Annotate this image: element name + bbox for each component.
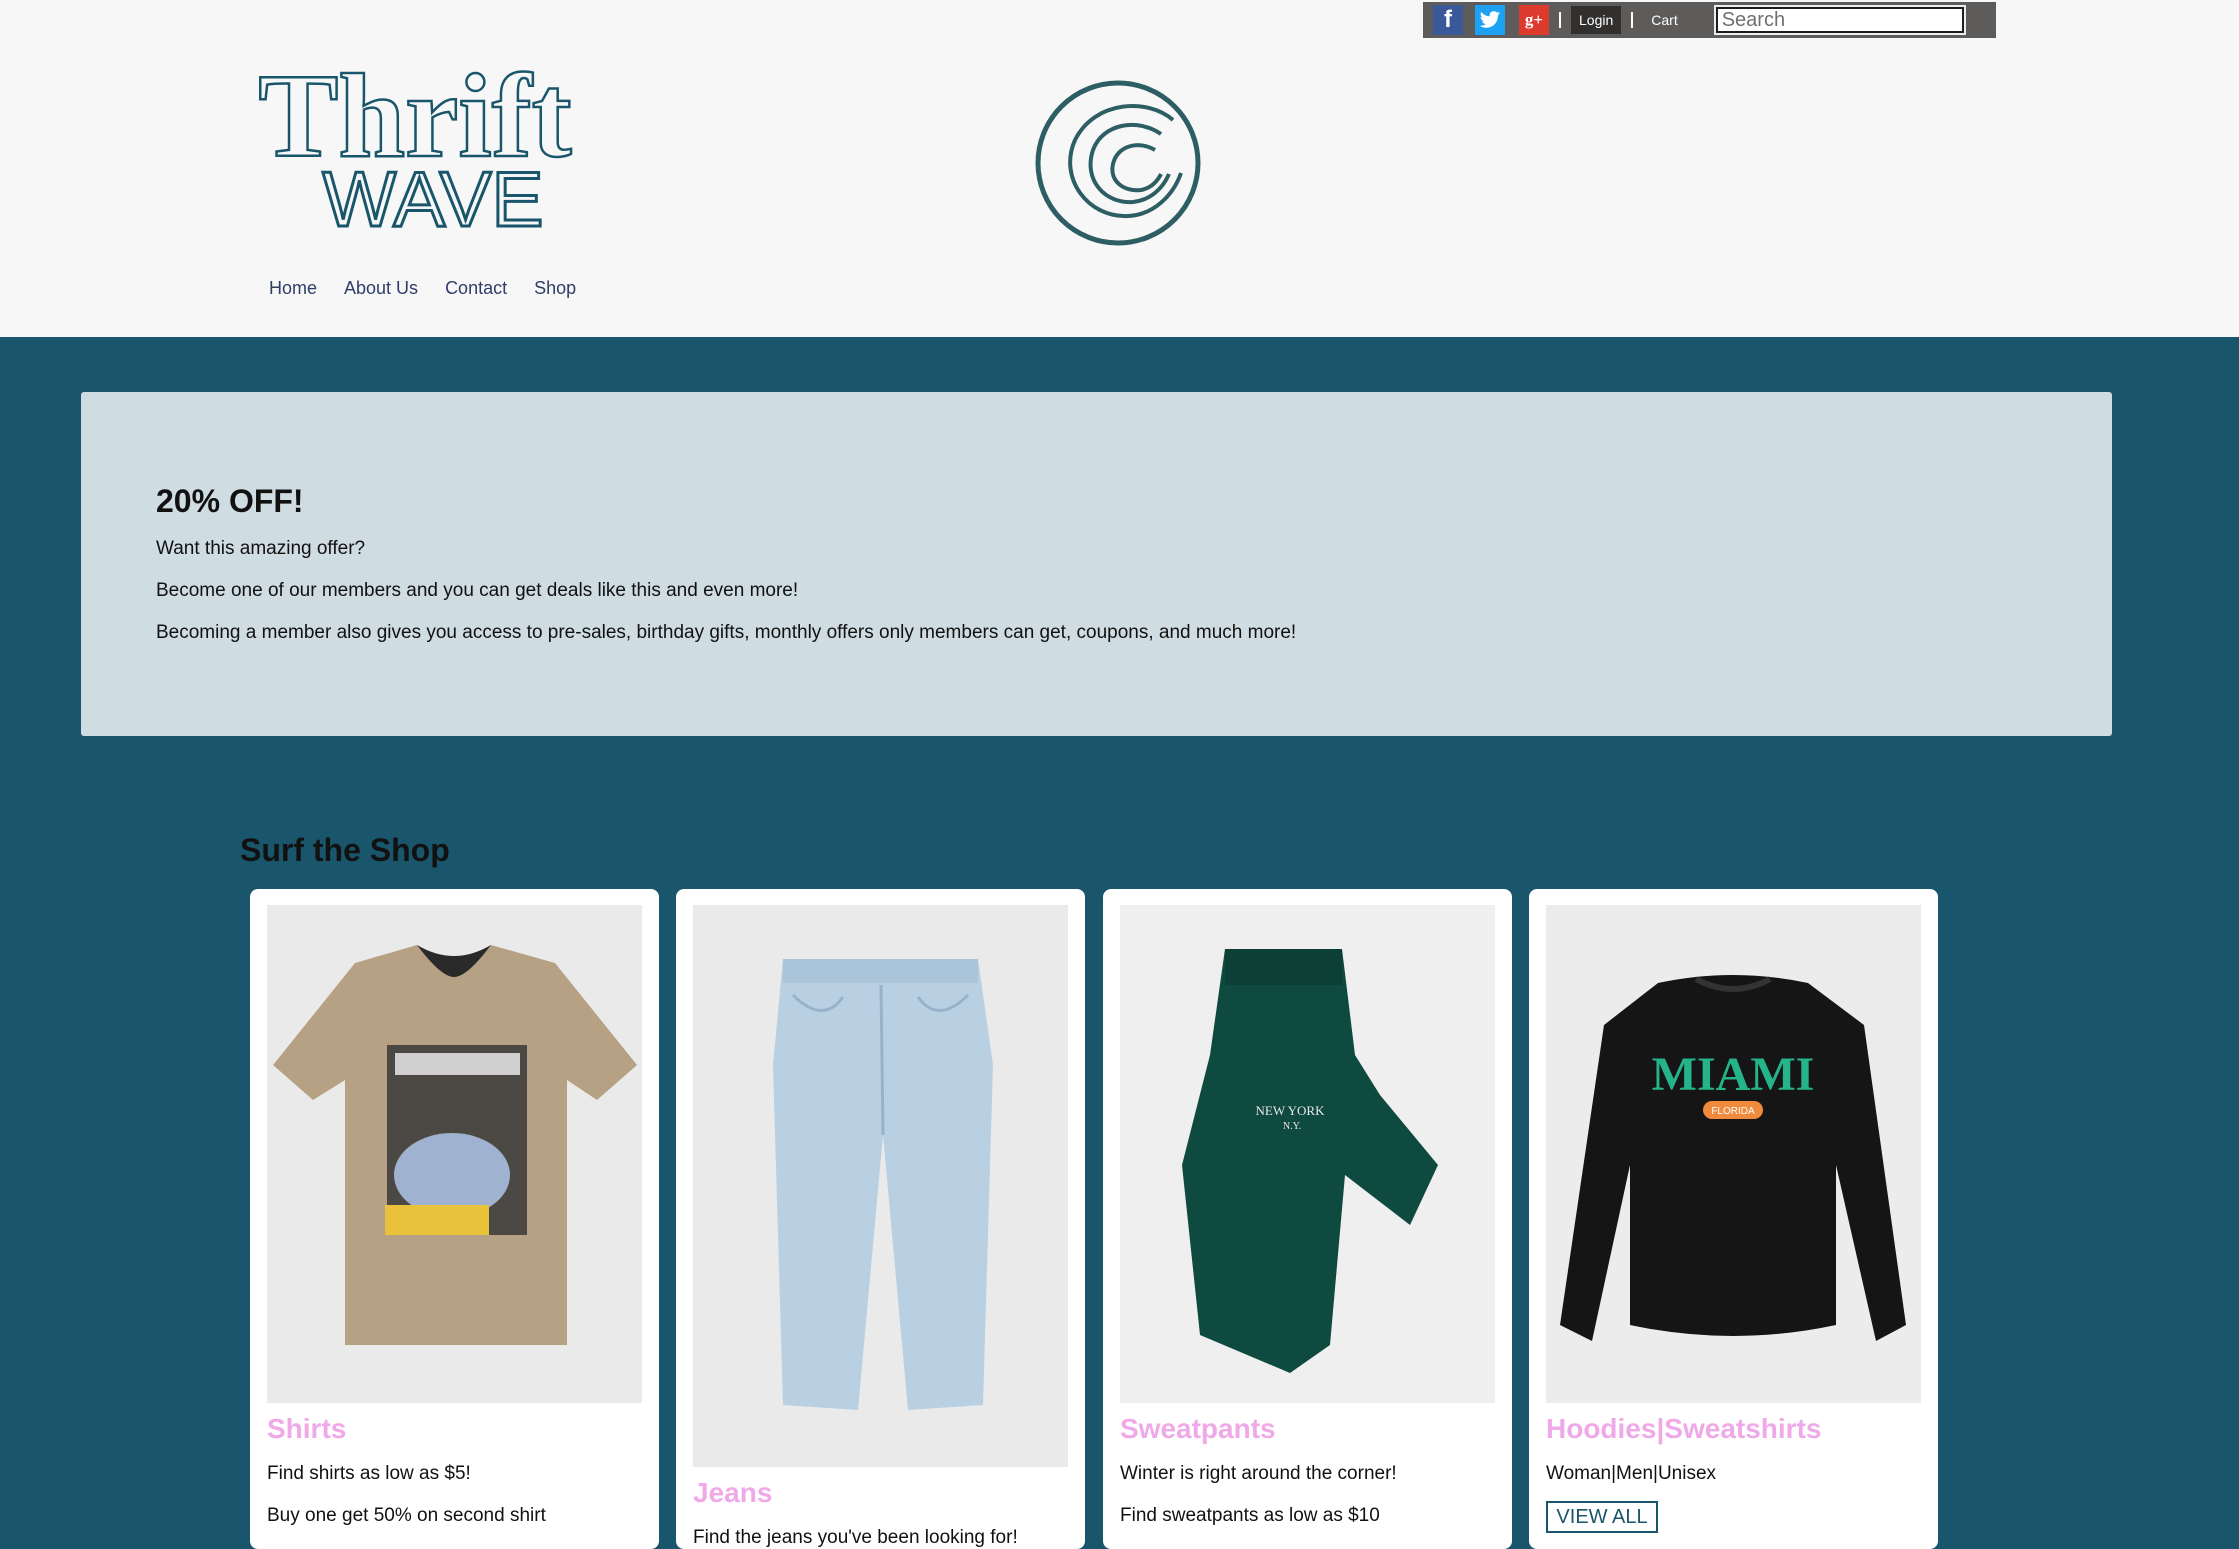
svg-text:MIAMI: MIAMI	[1652, 1048, 1815, 1101]
top-bar: f g+ Login Cart	[1423, 2, 1996, 38]
main-nav: Home About Us Contact Shop	[269, 278, 603, 299]
sweatpants-image: NEW YORK N.Y.	[1182, 949, 1438, 1373]
nav-home[interactable]: Home	[269, 278, 317, 299]
twitter-icon[interactable]	[1475, 5, 1505, 35]
product-text: Winter is right around the corner!	[1120, 1463, 1397, 1484]
sweatshirt-image: MIAMI FLORIDA	[1560, 975, 1906, 1341]
cart-link[interactable]: Cart	[1643, 6, 1685, 34]
product-image-jeans[interactable]	[693, 905, 1068, 1467]
promo-line: Becoming a member also gives you access …	[156, 622, 1297, 643]
product-image-sweatpants[interactable]: NEW YORK N.Y.	[1120, 905, 1495, 1403]
promo-title: 20% OFF!	[156, 483, 304, 519]
product-title[interactable]: Sweatpants	[1120, 1413, 1276, 1445]
product-title[interactable]: Jeans	[693, 1477, 772, 1509]
product-text: Find shirts as low as $5!	[267, 1463, 471, 1484]
promo-line: Become one of our members and you can ge…	[156, 580, 799, 601]
twitter-bird-icon	[1479, 11, 1500, 28]
shop-section-title: Surf the Shop	[240, 832, 450, 868]
product-text: Find sweatpants as low as $10	[1120, 1505, 1380, 1526]
facebook-glyph: f	[1444, 6, 1452, 33]
google-plus-glyph: g+	[1524, 10, 1544, 29]
logo-line2: WAVE	[322, 155, 543, 238]
product-card-shirts[interactable]: Shirts Find shirts as low as $5! Buy one…	[250, 889, 659, 1549]
product-image-shirt[interactable]	[267, 905, 642, 1403]
svg-text:NEW YORK: NEW YORK	[1256, 1103, 1326, 1118]
thrift-wave-logo[interactable]: Thrift WAVE	[240, 48, 590, 238]
product-text: Find the jeans you've been looking for!	[693, 1527, 1018, 1548]
search-input[interactable]	[1713, 5, 1966, 35]
product-card-hoodies[interactable]: MIAMI FLORIDA Hoodies|Sweatshirts Woman|…	[1529, 889, 1938, 1549]
google-plus-icon[interactable]: g+	[1519, 5, 1549, 35]
divider	[1559, 12, 1561, 28]
product-image-sweatshirt[interactable]: MIAMI FLORIDA	[1546, 905, 1921, 1403]
wave-emblem-icon	[1035, 80, 1201, 246]
product-text: Buy one get 50% on second shirt	[267, 1505, 546, 1526]
product-card-sweatpants[interactable]: NEW YORK N.Y. Sweatpants Winter is right…	[1103, 889, 1512, 1549]
tshirt-image	[273, 945, 637, 1345]
view-all-button[interactable]: VIEW ALL	[1546, 1501, 1658, 1533]
divider	[1631, 12, 1634, 28]
nav-about-us[interactable]: About Us	[344, 278, 418, 299]
promo-banner: 20% OFF! Want this amazing offer? Become…	[81, 392, 2112, 736]
jeans-image	[773, 959, 993, 1410]
nav-contact[interactable]: Contact	[445, 278, 507, 299]
login-link[interactable]: Login	[1571, 6, 1622, 34]
product-title[interactable]: Shirts	[267, 1413, 346, 1445]
product-card-jeans[interactable]: Jeans Find the jeans you've been looking…	[676, 889, 1085, 1549]
facebook-icon[interactable]: f	[1433, 5, 1463, 35]
product-title[interactable]: Hoodies|Sweatshirts	[1546, 1413, 1821, 1445]
product-text: Woman|Men|Unisex	[1546, 1463, 1717, 1484]
svg-text:FLORIDA: FLORIDA	[1711, 1106, 1755, 1117]
site-header: f g+ Login Cart Thrift WAVE Home About U…	[0, 0, 2239, 337]
nav-shop[interactable]: Shop	[534, 278, 576, 299]
svg-text:N.Y.: N.Y.	[1283, 1121, 1301, 1132]
promo-line: Want this amazing offer?	[156, 538, 366, 559]
